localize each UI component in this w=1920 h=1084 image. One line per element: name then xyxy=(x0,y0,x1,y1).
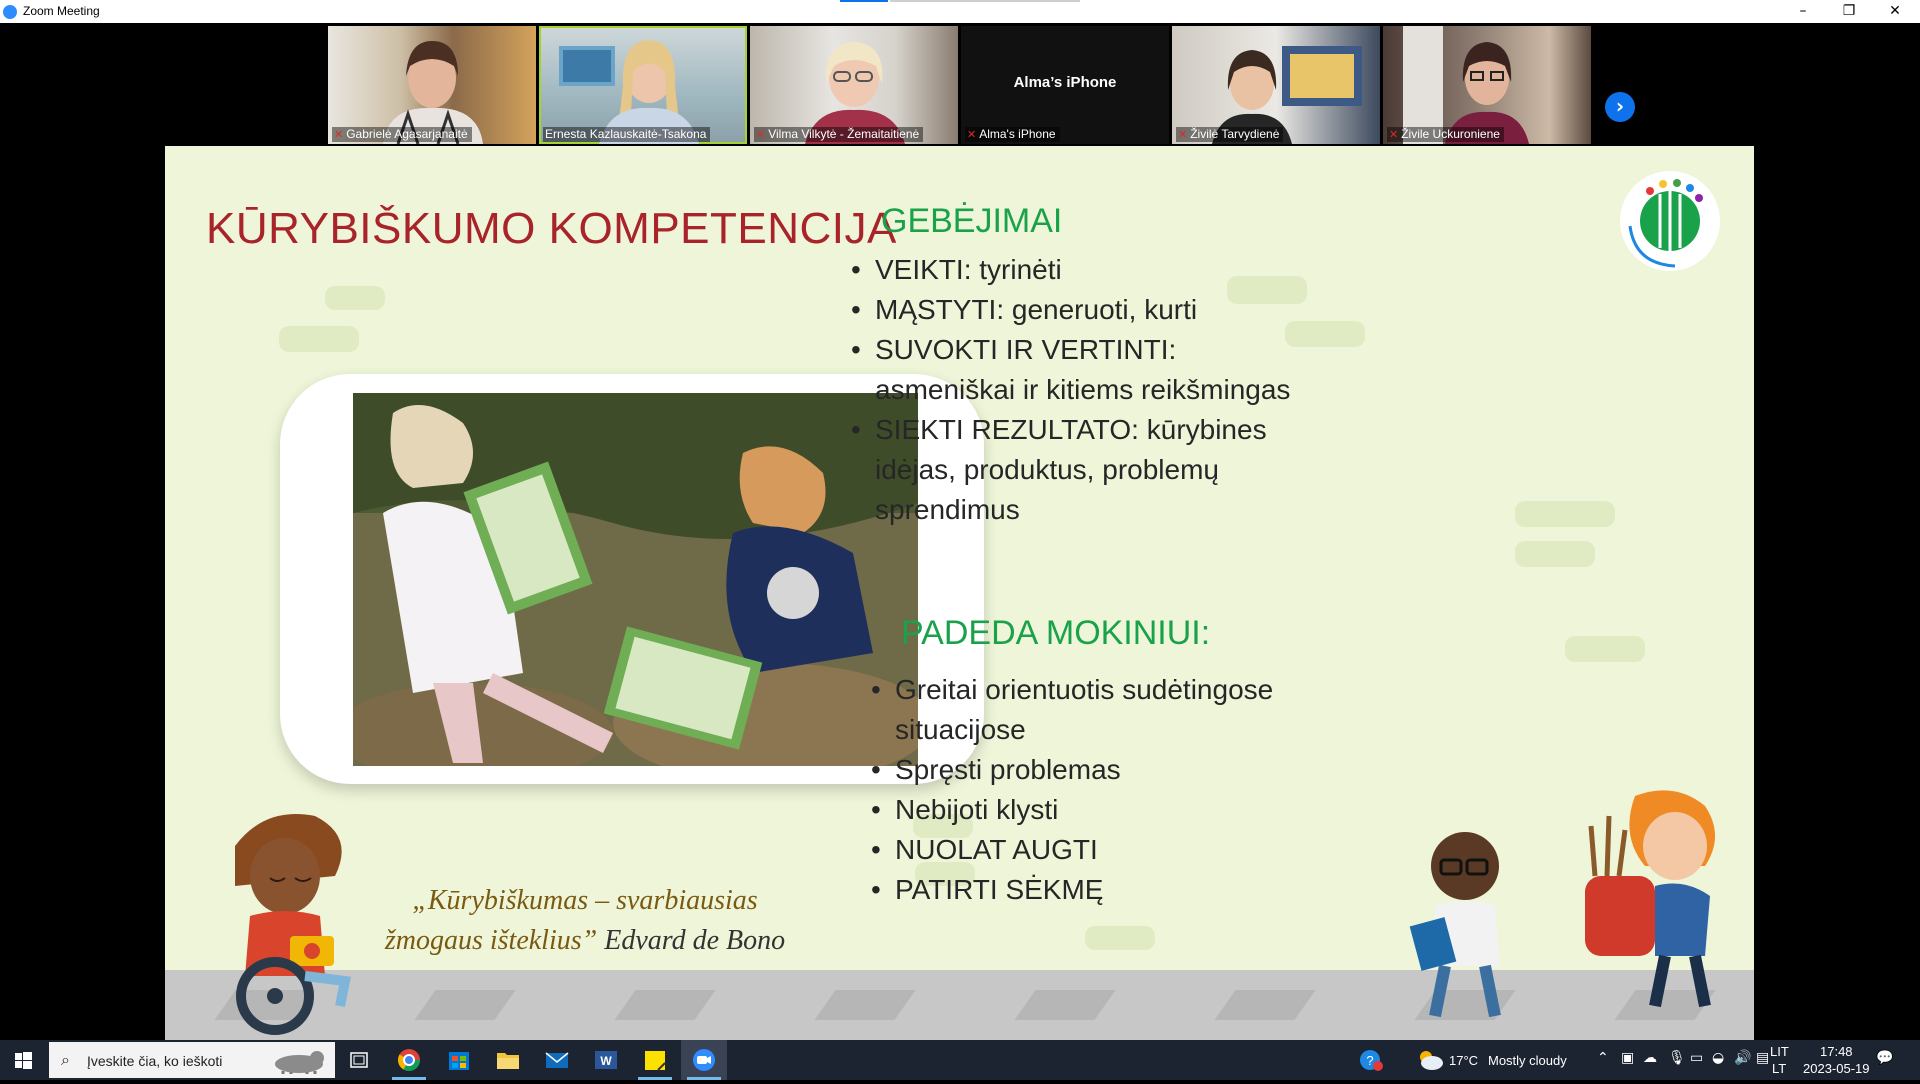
window-title: Zoom Meeting xyxy=(23,4,100,18)
quote-author: Edvard de Bono xyxy=(604,925,786,956)
list-item: Greitai orientuotis sudėtingose situacij… xyxy=(871,670,1311,750)
windows-taskbar: ⌕ Įveskite čia, ko ieškoti W ? 17°C Most… xyxy=(0,1040,1920,1080)
background-pattern xyxy=(1515,541,1595,567)
battery-icon[interactable]: ▭ xyxy=(1690,1050,1703,1066)
background-pattern xyxy=(1565,636,1645,662)
participant-tile[interactable]: ✕ Gabrielė Agasarjanaitė xyxy=(328,26,536,144)
zoom-taskbar-icon[interactable] xyxy=(681,1040,727,1080)
list-item: VEIKTI: tyrinėti xyxy=(851,250,1311,290)
onedrive-cloud-icon[interactable]: ☁ xyxy=(1643,1050,1657,1066)
list-item: NUOLAT AUGTI xyxy=(871,830,1311,870)
drag-indicator-track xyxy=(890,0,1080,2)
mail-icon[interactable] xyxy=(534,1040,580,1080)
background-pattern xyxy=(1085,926,1155,950)
participant-name: ✕ Alma's iPhone xyxy=(965,127,1060,142)
zoom-app-icon xyxy=(3,5,17,19)
background-pattern xyxy=(279,326,359,352)
title-bar: Zoom Meeting – ❐ ✕ xyxy=(0,0,1920,23)
search-icon: ⌕ xyxy=(61,1050,70,1069)
weather-description[interactable]: Mostly cloudy xyxy=(1488,1053,1567,1068)
weather-cloudy-icon[interactable] xyxy=(1416,1048,1444,1076)
mic-muted-icon: ✕ xyxy=(756,129,766,141)
mic-muted-icon: ✕ xyxy=(1178,129,1188,141)
chevron-up-icon[interactable]: ⌃ xyxy=(1597,1050,1609,1066)
svg-text:?: ? xyxy=(1366,1053,1373,1068)
windows-start-icon[interactable] xyxy=(0,1040,46,1080)
participant-name: ✕ Gabrielė Agasarjanaitė xyxy=(332,127,472,142)
participant-tile[interactable]: ✕ Živile Uckuroniene xyxy=(1383,26,1591,144)
quote-line: „Kūrybiškumas – svarbiausias xyxy=(412,885,758,916)
file-explorer-icon[interactable] xyxy=(485,1040,531,1080)
background-pattern xyxy=(1515,501,1615,527)
weather-temperature[interactable]: 17°C xyxy=(1449,1053,1478,1068)
shared-slide: KŪRYBIŠKUMO KOMPETENCIJA GEBĖJIMAI • VEI… xyxy=(165,146,1754,1040)
list-item: SUVOKTI IR VERTINTI: asmeniškai ir kitie… xyxy=(851,330,1311,410)
volume-icon[interactable]: 🔊 xyxy=(1734,1050,1751,1066)
mic-muted-icon: ✕ xyxy=(334,129,344,141)
participant-name: Ernesta Kazlauskaitė-Tsakona xyxy=(543,127,711,142)
restore-button[interactable]: ❐ xyxy=(1826,0,1872,23)
participant-video-off-label: Alma’s iPhone xyxy=(1013,74,1117,91)
list-item: PATIRTI SĖKMĘ xyxy=(871,870,1311,910)
helps-student-list: Greitai orientuotis sudėtingose situacij… xyxy=(871,670,1311,910)
list-item: SIEKTI REZULTATO: kūrybines idėjas, prod… xyxy=(851,410,1311,530)
quote-line: žmogaus išteklius” xyxy=(384,925,598,956)
slide-title: KŪRYBIŠKUMO KOMPETENCIJA xyxy=(206,204,897,253)
wheelchair-girl-illustration xyxy=(235,814,351,1035)
search-placeholder: Įveskite čia, ko ieškoti xyxy=(87,1053,223,1069)
network-icon[interactable]: ◒ xyxy=(1712,1050,1724,1066)
word-icon[interactable]: W xyxy=(583,1040,629,1080)
road-stone xyxy=(614,990,716,1020)
keyboard-layout-indicator[interactable]: LT xyxy=(1772,1061,1786,1076)
close-button[interactable]: ✕ xyxy=(1872,0,1918,23)
svg-text:W: W xyxy=(600,1054,612,1068)
display-icon[interactable]: ▤ xyxy=(1756,1050,1769,1066)
section-heading-helps-student: PADEDA MOKINIUI: xyxy=(901,614,1211,652)
task-view-icon[interactable] xyxy=(336,1040,382,1080)
sticky-notes-icon[interactable] xyxy=(632,1040,678,1080)
meet-now-icon[interactable]: ▣ xyxy=(1621,1050,1634,1066)
clock-time[interactable]: 17:48 xyxy=(1820,1044,1853,1059)
boy-with-backpack-illustration xyxy=(1585,790,1715,1008)
road-stone xyxy=(414,990,516,1020)
notification-center-icon[interactable]: 💬 xyxy=(1876,1050,1893,1066)
background-pattern xyxy=(325,286,385,310)
participant-tile[interactable]: ✕ Vilma Vilkytė - Žemaitaitienė xyxy=(750,26,958,144)
chevron-right-icon[interactable]: › xyxy=(1605,92,1635,122)
abilities-list: VEIKTI: tyrinėti MĄSTYTI: generuoti, kur… xyxy=(851,250,1311,530)
clock-date[interactable]: 2023-05-19 xyxy=(1803,1061,1870,1076)
participant-name: ✕ Živilė Tarvydienė xyxy=(1176,127,1284,142)
list-item: Nebijoti klysti xyxy=(871,790,1311,830)
mic-muted-icon: ✕ xyxy=(1389,129,1399,141)
section-heading-abilities: GEBĖJIMAI xyxy=(881,202,1063,240)
road-stone xyxy=(1214,990,1316,1020)
children-playing-photo xyxy=(353,393,918,766)
participant-name: ✕ Živile Uckuroniene xyxy=(1387,127,1504,142)
boy-with-book-illustration xyxy=(1409,832,1501,1018)
microsoft-store-icon[interactable] xyxy=(436,1040,482,1080)
minimize-button[interactable]: – xyxy=(1780,0,1826,23)
microphone-icon[interactable]: 🎙 xyxy=(1668,1050,1686,1066)
road-stone xyxy=(1014,990,1116,1020)
list-item: MĄSTYTI: generuoti, kurti xyxy=(851,290,1311,330)
chrome-icon[interactable] xyxy=(386,1040,432,1080)
participant-tile-active[interactable]: Ernesta Kazlauskaitė-Tsakona xyxy=(539,26,747,144)
participant-tile[interactable]: ✕ Živilė Tarvydienė xyxy=(1172,26,1380,144)
quote: „Kūrybiškumas – svarbiausias žmogaus išt… xyxy=(365,881,805,961)
road-stone xyxy=(814,990,916,1020)
list-item: Spręsti problemas xyxy=(871,750,1311,790)
help-notification-icon[interactable]: ? xyxy=(1358,1046,1384,1076)
drag-indicator[interactable] xyxy=(840,0,888,2)
taskbar-search-box[interactable]: ⌕ Įveskite čia, ko ieškoti xyxy=(49,1042,335,1078)
participant-tile[interactable]: Alma’s iPhone ✕ Alma's iPhone xyxy=(961,26,1169,144)
language-indicator[interactable]: LIT xyxy=(1770,1044,1789,1059)
search-highlight-icon xyxy=(275,1051,324,1074)
mic-muted-icon: ✕ xyxy=(967,129,977,141)
participant-gallery: ✕ Gabrielė Agasarjanaitė Ernesta Kazlausk… xyxy=(0,23,1920,144)
participant-name: ✕ Vilma Vilkytė - Žemaitaitienė xyxy=(754,127,924,142)
school-logo xyxy=(1620,171,1720,271)
